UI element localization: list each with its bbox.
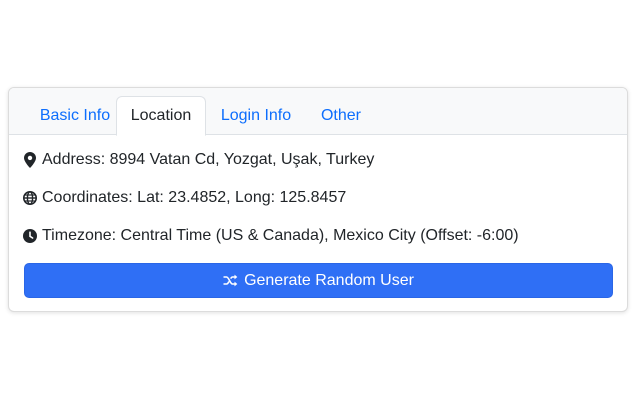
globe-icon: [23, 190, 37, 206]
tab-location[interactable]: Location: [116, 96, 206, 136]
shuffle-icon: [223, 274, 238, 287]
user-card: Basic Info Location Login Info Other Add…: [8, 87, 628, 312]
tab-basic-info[interactable]: Basic Info: [18, 96, 132, 135]
timezone-text: Timezone: Central Time (US & Canada), Me…: [42, 227, 519, 244]
generate-random-user-button[interactable]: Generate Random User: [24, 263, 613, 298]
tab-login-info[interactable]: Login Info: [208, 96, 304, 135]
tab-other[interactable]: Other: [306, 96, 376, 135]
address-text: Address: 8994 Vatan Cd, Yozgat, Uşak, Tu…: [42, 151, 375, 168]
tab-bar: Basic Info Location Login Info Other: [9, 88, 627, 136]
address-row: Address: 8994 Vatan Cd, Yozgat, Uşak, Tu…: [23, 151, 374, 169]
coordinates-row: Coordinates: Lat: 23.4852, Long: 125.845…: [23, 189, 346, 207]
map-marker-icon: [23, 152, 37, 168]
coordinates-text: Coordinates: Lat: 23.4852, Long: 125.845…: [42, 189, 347, 206]
generate-button-label: Generate Random User: [244, 271, 414, 289]
clock-icon: [23, 228, 37, 244]
timezone-row: Timezone: Central Time (US & Canada), Me…: [23, 227, 519, 245]
